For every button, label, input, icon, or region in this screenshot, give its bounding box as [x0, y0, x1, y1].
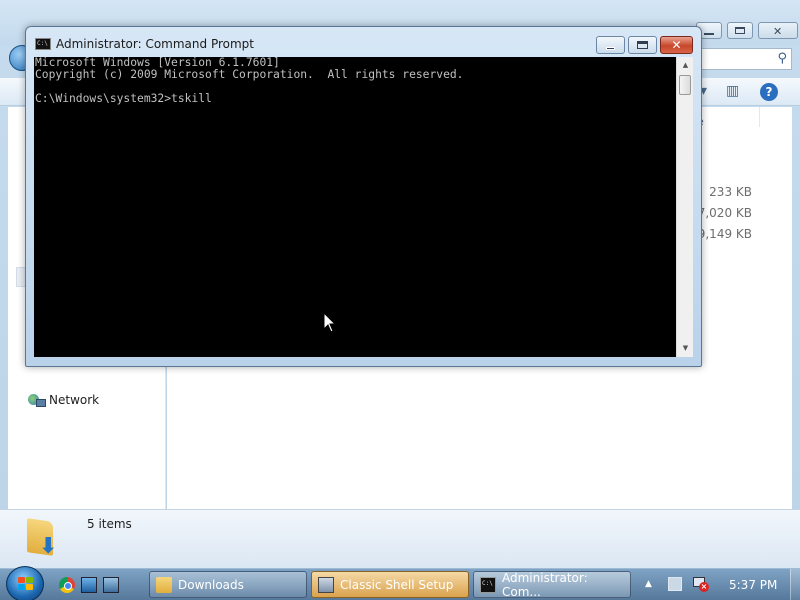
- show-desktop-shortcut-icon[interactable]: [81, 577, 97, 593]
- explorer-maximize-button[interactable]: [727, 22, 753, 39]
- system-tray: ▲ × 5:37 PM: [640, 569, 800, 600]
- taskbar-item-command-prompt[interactable]: Administrator: Com...: [473, 570, 631, 599]
- explorer-close-button[interactable]: ✕: [758, 22, 798, 39]
- vertical-scrollbar[interactable]: ▲ ▼: [676, 57, 693, 357]
- close-icon: ✕: [773, 25, 783, 38]
- minimize-icon: [606, 47, 615, 50]
- chrome-icon[interactable]: [59, 577, 75, 593]
- show-hidden-icons-icon[interactable]: ▲: [645, 579, 652, 589]
- help-icon[interactable]: ?: [760, 83, 778, 101]
- switch-windows-icon[interactable]: [103, 577, 119, 593]
- taskbar: Downloads Classic Shell Setup Administra…: [0, 566, 800, 600]
- window-title: Administrator: Command Prompt: [56, 37, 254, 51]
- console-prompt-line[interactable]: C:\Windows\system32>tskill: [34, 93, 676, 105]
- clock[interactable]: 5:37 PM: [729, 578, 777, 592]
- taskbar-item-label: Classic Shell Setup: [340, 577, 454, 592]
- start-button[interactable]: [6, 566, 44, 600]
- taskbar-item-downloads[interactable]: Downloads: [149, 571, 307, 598]
- close-button[interactable]: ✕: [660, 36, 693, 54]
- file-size-cell: 7,020 KB: [697, 206, 752, 220]
- details-pane: ⬇ 5 items: [0, 509, 800, 568]
- show-desktop-button[interactable]: [790, 569, 800, 600]
- folder-icon: [156, 576, 172, 593]
- search-input[interactable]: ⚲: [696, 48, 792, 70]
- maximize-icon: [735, 27, 745, 34]
- scrollbar-thumb[interactable]: [679, 75, 691, 95]
- nav-item-network[interactable]: Network: [28, 393, 99, 407]
- file-size-cell: 233 KB: [709, 185, 752, 199]
- minimize-icon: [704, 33, 714, 35]
- taskbar-item-label: Administrator: Com...: [502, 570, 588, 599]
- scroll-down-arrow-icon[interactable]: ▼: [677, 340, 694, 357]
- preview-pane-icon[interactable]: ▥: [726, 83, 739, 99]
- minimize-button[interactable]: [596, 36, 625, 54]
- close-icon: ✕: [671, 38, 682, 52]
- installer-icon: [318, 576, 334, 593]
- console-line: Copyright (c) 2009 Microsoft Corporation…: [35, 68, 464, 81]
- cmd-icon: [480, 576, 496, 593]
- taskbar-item-label: Downloads: [178, 577, 244, 592]
- mouse-cursor-icon: [323, 311, 337, 333]
- action-center-icon[interactable]: [668, 577, 682, 591]
- search-icon: ⚲: [777, 51, 787, 66]
- cmd-app-icon[interactable]: C:\: [35, 38, 51, 50]
- network-icon: [28, 393, 46, 407]
- taskbar-item-classic-shell-setup[interactable]: Classic Shell Setup: [311, 571, 469, 598]
- downloads-folder-icon: ⬇: [27, 518, 61, 558]
- scroll-up-arrow-icon[interactable]: ▲: [677, 57, 694, 74]
- command-prompt-window[interactable]: C:\ Administrator: Command Prompt ✕ Micr…: [25, 26, 702, 367]
- column-divider[interactable]: [759, 107, 760, 127]
- console-output[interactable]: Microsoft Windows [Version 6.1.7601] Cop…: [34, 57, 676, 357]
- maximize-button[interactable]: [628, 36, 657, 54]
- network-disconnected-icon[interactable]: ×: [692, 577, 709, 592]
- nav-item-label: Network: [49, 393, 100, 407]
- maximize-icon: [637, 41, 648, 49]
- item-count: 5 items: [87, 517, 132, 531]
- windows-logo-icon: [18, 577, 34, 591]
